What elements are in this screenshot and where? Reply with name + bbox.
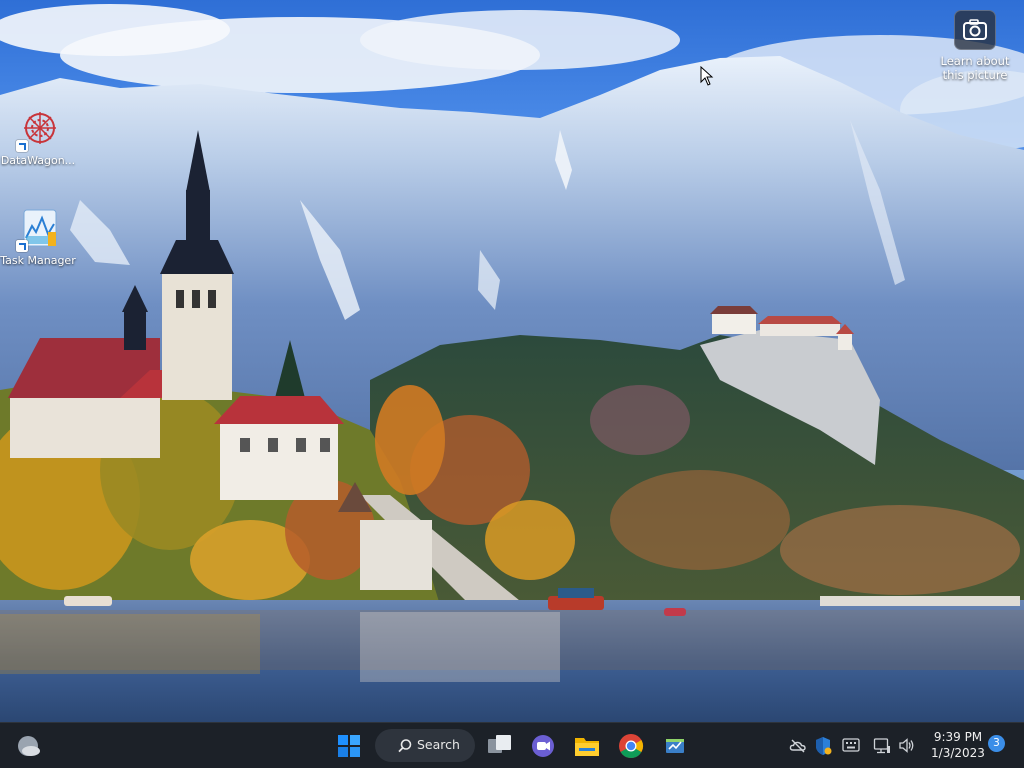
- task-manager-icon: [14, 208, 62, 252]
- weather-widget-icon: [18, 736, 40, 756]
- taskbar: Search 9:39 PM 1/3/2023: [0, 722, 1024, 768]
- keyboard-icon[interactable]: [842, 738, 860, 752]
- taskbar-meet[interactable]: [526, 729, 560, 763]
- search-label: Search: [417, 737, 460, 752]
- onedrive-icon[interactable]: [789, 737, 807, 755]
- wallpaper-scenery: [0, 4, 1024, 722]
- volume-icon[interactable]: [898, 737, 916, 754]
- camera-icon: [954, 10, 996, 50]
- desktop-icon-datawagon[interactable]: DataWagon...: [0, 108, 76, 167]
- notification-badge[interactable]: 3: [988, 735, 1005, 752]
- taskbar-app[interactable]: [658, 729, 692, 763]
- network-icon[interactable]: [873, 737, 891, 754]
- learn-about-picture-label: Learn about this picture: [940, 54, 1010, 82]
- folder-icon: [575, 738, 599, 756]
- desktop-wallpaper: [0, 0, 1024, 722]
- taskbar-task-view[interactable]: [483, 729, 517, 763]
- taskbar-search[interactable]: Search: [375, 729, 475, 762]
- desktop-icon-label: DataWagon...: [0, 154, 76, 167]
- clock-date: 1/3/2023: [931, 746, 985, 760]
- shortcut-arrow-icon: [16, 140, 28, 152]
- widgets-button[interactable]: [11, 729, 45, 763]
- learn-about-picture[interactable]: Learn about this picture: [936, 10, 1014, 82]
- search-icon: [398, 739, 412, 753]
- taskbar-file-explorer[interactable]: [570, 729, 604, 763]
- app-window-icon: [666, 739, 684, 753]
- datawagon-icon: [14, 108, 62, 152]
- shortcut-arrow-icon: [16, 240, 28, 252]
- taskbar-chrome[interactable]: [614, 729, 648, 763]
- windows-start-icon: [338, 735, 360, 757]
- clock-time: 9:39 PM: [933, 730, 983, 744]
- taskbar-clock[interactable]: 9:39 PM 1/3/2023: [925, 729, 991, 761]
- mouse-cursor-icon: [700, 66, 714, 86]
- video-chat-icon: [532, 735, 554, 757]
- task-view-icon: [488, 735, 511, 753]
- desktop-icon-task-manager[interactable]: Task Manager: [0, 208, 76, 267]
- start-button[interactable]: [332, 729, 366, 763]
- security-shield-icon[interactable]: [814, 736, 832, 756]
- desktop-icon-label: Task Manager: [0, 254, 76, 267]
- chrome-icon: [619, 734, 644, 759]
